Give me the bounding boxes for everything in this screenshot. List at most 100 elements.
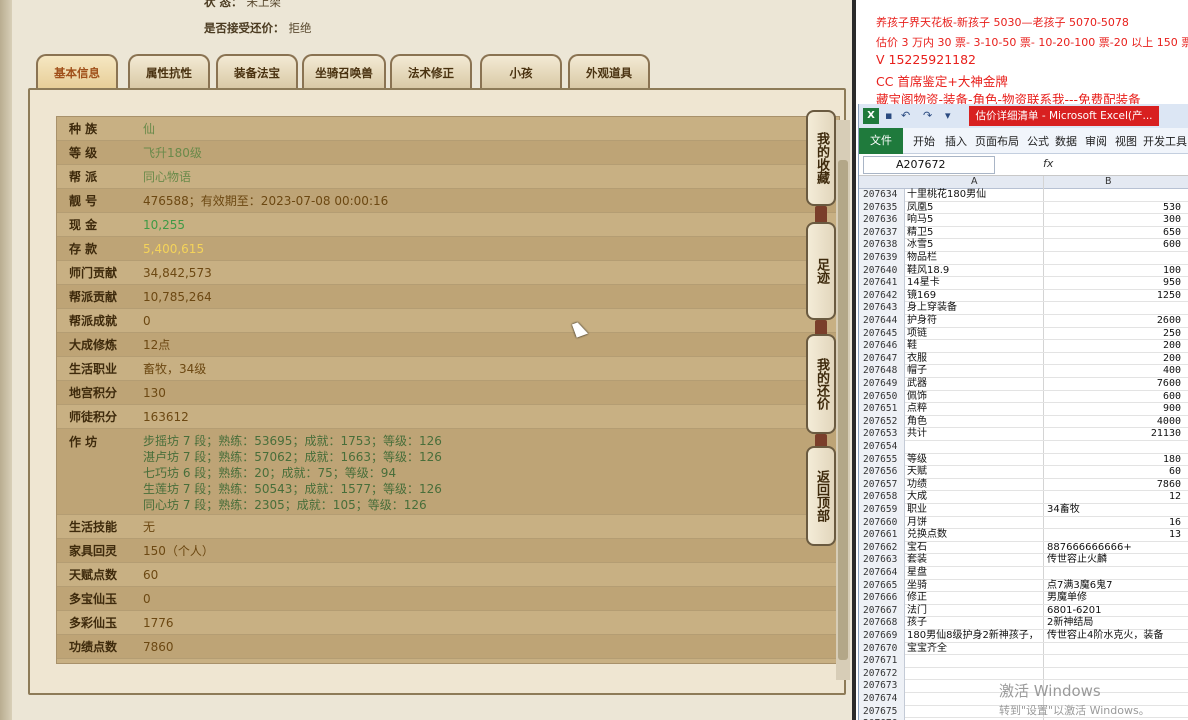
sheet-row[interactable]: 207661 兑换点数 13 (859, 529, 1188, 542)
cell-b[interactable]: 600 (1045, 239, 1181, 251)
sheet-row[interactable]: 207645 项链 250 (859, 327, 1188, 341)
tab-view[interactable]: 视图 (1115, 133, 1137, 149)
my-favorites-button[interactable]: 我的收藏 (806, 110, 836, 206)
row-number[interactable]: 207639 (859, 252, 905, 265)
my-bargain-button[interactable]: 我的还价 (806, 334, 836, 434)
sheet-row[interactable]: 207636 响马5 300 (859, 214, 1188, 227)
row-number[interactable]: 207640 (859, 264, 905, 278)
row-number[interactable]: 207655 (859, 453, 905, 467)
row-number[interactable]: 207636 (859, 214, 905, 227)
cell-a[interactable]: 精卫5 (907, 227, 933, 239)
sheet-row[interactable]: 207665 坐骑 点7满3魔6鬼7 (859, 579, 1188, 593)
sheet-row[interactable]: 207637 精卫5 650 (859, 226, 1188, 240)
cell-b[interactable]: 21130 (1045, 428, 1181, 440)
cell-b[interactable]: 传世容止火麟 (1047, 554, 1107, 566)
cell-b[interactable]: 2新神结局 (1047, 617, 1093, 629)
cell-a[interactable]: 职业 (907, 504, 927, 516)
cell-a[interactable]: 镜169 (907, 290, 936, 302)
sheet-row[interactable]: 207663 套装 传世容止火麟 (859, 554, 1188, 567)
sheet-row[interactable]: 207648 帽子 400 (859, 365, 1188, 378)
cell-b[interactable]: 600 (1045, 391, 1181, 403)
cell-a[interactable]: 佩饰 (907, 391, 927, 403)
sheet-row[interactable]: 207655 等级 180 (859, 453, 1188, 467)
cell-a[interactable]: 鞋 (907, 340, 917, 352)
cell-a[interactable]: 宝宝齐全 (907, 643, 947, 655)
cell-a[interactable]: 响马5 (907, 214, 933, 226)
cell-a[interactable]: 武器 (907, 378, 927, 390)
row-number[interactable]: 207672 (859, 667, 905, 681)
row-number[interactable]: 207657 (859, 478, 905, 492)
cell-b[interactable]: 6801-6201 (1047, 605, 1102, 617)
cell-a[interactable]: 护身符 (907, 315, 937, 327)
tab-attributes[interactable]: 属性抗性 (128, 54, 210, 88)
sheet-row[interactable]: 207666 修正 男魔单修 (859, 592, 1188, 605)
cell-a[interactable]: 共计 (907, 428, 927, 440)
cell-a[interactable]: 兑换点数 (907, 529, 947, 541)
cell-a[interactable]: 项链 (907, 328, 927, 340)
row-number[interactable]: 207661 (859, 529, 905, 542)
sheet-row[interactable]: 207641 14星卡 950 (859, 277, 1188, 290)
sheet-row[interactable]: 207670 宝宝齐全 (859, 642, 1188, 656)
row-number[interactable]: 207654 (859, 441, 905, 454)
cell-a[interactable]: 月饼 (907, 517, 927, 529)
row-number[interactable]: 207652 (859, 415, 905, 429)
cell-a[interactable]: 坐骑 (907, 580, 927, 592)
cell-a[interactable]: 修正 (907, 592, 927, 604)
row-number[interactable]: 207675 (859, 705, 905, 719)
row-number[interactable]: 207656 (859, 466, 905, 479)
cell-b[interactable]: 100 (1045, 265, 1181, 277)
row-number[interactable]: 207671 (859, 655, 905, 668)
tab-children[interactable]: 小孩 (480, 54, 562, 88)
sheet-row[interactable]: 207654 (859, 441, 1188, 454)
row-number[interactable]: 207646 (859, 340, 905, 353)
cell-a[interactable]: 衣服 (907, 353, 927, 365)
name-box[interactable]: A207672 (863, 156, 995, 174)
sheet-row[interactable]: 207659 职业 34畜牧 (859, 504, 1188, 517)
tab-basic-info[interactable]: 基本信息 (36, 54, 118, 90)
cell-a[interactable]: 天赋 (907, 466, 927, 478)
sheet-row[interactable]: 207652 角色 4000 (859, 415, 1188, 429)
tab-page-layout[interactable]: 页面布局 (975, 133, 1019, 149)
cell-b[interactable]: 男魔单修 (1047, 592, 1087, 604)
sheet-row[interactable]: 207651 点粹 900 (859, 403, 1188, 416)
column-header-b[interactable]: B (1105, 176, 1112, 187)
sheet-row[interactable]: 207669 180男仙8级护身2新神孩子， 传世容止4阶水克火，装备 (859, 630, 1188, 643)
cell-a[interactable]: 十里桃花180男仙 (907, 189, 986, 201)
cell-a[interactable]: 身上穿装备 (907, 302, 957, 314)
row-number[interactable]: 207635 (859, 201, 905, 215)
row-number[interactable]: 207643 (859, 302, 905, 315)
row-number[interactable]: 207664 (859, 567, 905, 580)
sheet-row[interactable]: 207671 (859, 655, 1188, 668)
sheet-row[interactable]: 207658 大成 12 (859, 491, 1188, 504)
sheet-row[interactable]: 207649 武器 7600 (859, 378, 1188, 391)
tab-home[interactable]: 开始 (913, 133, 935, 149)
sheet-row[interactable]: 207634 十里桃花180男仙 (859, 189, 1188, 202)
cell-b[interactable]: 530 (1045, 202, 1181, 214)
fx-icon[interactable]: fx (1043, 157, 1053, 170)
tab-appearance[interactable]: 外观道具 (568, 54, 650, 88)
tab-insert[interactable]: 插入 (945, 133, 967, 149)
cell-a[interactable]: 鞋风18.9 (907, 265, 949, 277)
cell-b[interactable]: 2600 (1045, 315, 1181, 327)
cell-b[interactable]: 7600 (1045, 378, 1181, 390)
sheet-row[interactable]: 207635 凤凰5 530 (859, 201, 1188, 215)
row-number[interactable]: 207648 (859, 365, 905, 378)
sheet-row[interactable]: 207653 共计 21130 (859, 428, 1188, 441)
sheet-row[interactable]: 207640 鞋风18.9 100 (859, 264, 1188, 278)
cell-a[interactable]: 宝石 (907, 542, 927, 554)
cell-a[interactable]: 功绩 (907, 479, 927, 491)
cell-b[interactable]: 900 (1045, 403, 1181, 415)
cell-a[interactable]: 14星卡 (907, 277, 940, 289)
undo-icon[interactable]: ↶ (901, 109, 913, 122)
row-number[interactable]: 207644 (859, 315, 905, 328)
sheet-row[interactable]: 207668 孩子 2新神结局 (859, 617, 1188, 630)
cell-b[interactable]: 点7满3魔6鬼7 (1047, 580, 1112, 592)
row-number[interactable]: 207658 (859, 491, 905, 504)
tab-file[interactable]: 文件 (859, 128, 903, 154)
cell-a[interactable]: 帽子 (907, 365, 927, 377)
row-number[interactable]: 207659 (859, 504, 905, 517)
sheet-grid[interactable]: 207634 十里桃花180男仙 207635 凤凰5 530 207636 响马5 300 2… (859, 189, 1188, 720)
cell-a[interactable]: 星盘 (907, 567, 927, 579)
sheet-row[interactable]: 207667 法门 6801-6201 (859, 604, 1188, 618)
tab-data[interactable]: 数据 (1055, 133, 1077, 149)
